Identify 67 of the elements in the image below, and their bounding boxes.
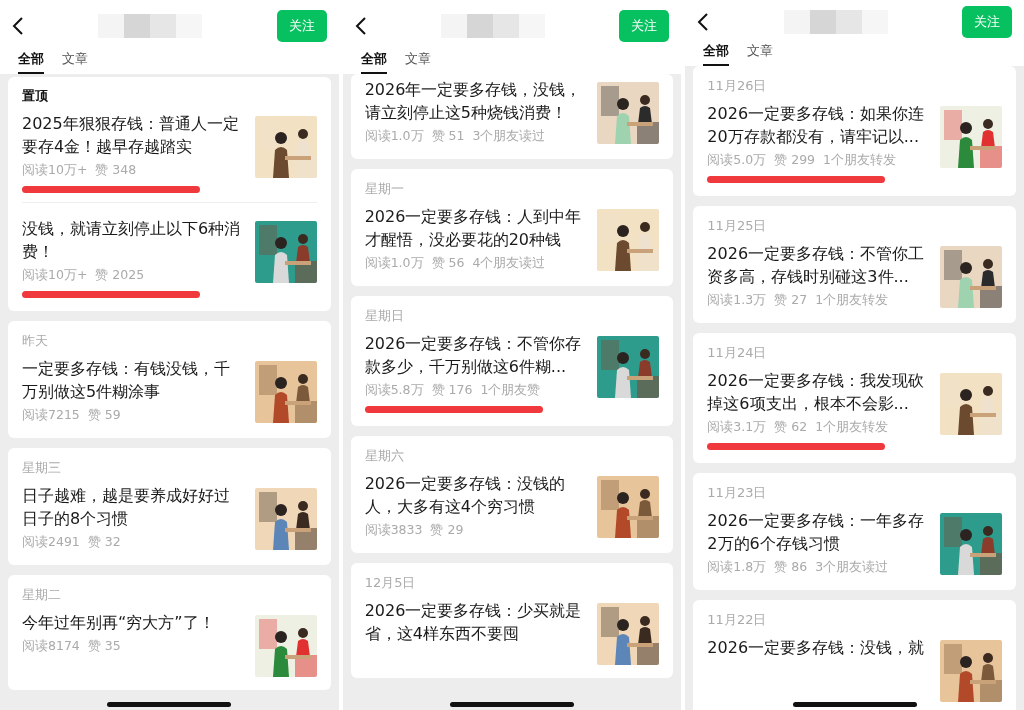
- date-label: 星期日: [364, 307, 405, 325]
- article-stat: 赞 299: [774, 151, 816, 169]
- article-stat: 阅读10万+: [22, 161, 88, 179]
- article-title[interactable]: 日子越难，越是要养成好好过日子的8个习惯: [22, 484, 245, 530]
- article-stat: 3个朋友读过: [472, 127, 546, 145]
- date-label: 11月22日: [707, 611, 768, 629]
- article-title[interactable]: 2025年狠狠存钱：普通人一定要存4金！越早存越踏实: [22, 112, 245, 158]
- tab[interactable]: 全部: [18, 48, 44, 74]
- article-stat: 1个朋友赞: [480, 381, 541, 399]
- article-title[interactable]: 2026一定要多存钱：人到中年才醒悟，没必要花的20种钱: [364, 205, 588, 251]
- tab[interactable]: 文章: [747, 40, 774, 66]
- date-label: 12月5日: [364, 574, 417, 592]
- article-stat: 赞 51: [431, 127, 465, 145]
- date-label: 11月25日: [707, 217, 768, 235]
- article-title[interactable]: 今年过年别再“穷大方”了！: [22, 611, 245, 634]
- article-stat: 赞 176: [431, 381, 473, 399]
- article-stat: 阅读1.3万: [707, 291, 767, 309]
- article-stat: 赞 32: [87, 533, 121, 551]
- article-stat: 1个朋友转发: [815, 291, 889, 309]
- article-stat: 阅读1.8万: [707, 558, 767, 576]
- article-stat: 赞 27: [774, 291, 808, 309]
- article-stat: 阅读3.1万: [707, 418, 767, 436]
- article-stat: 阅读2491: [22, 533, 80, 551]
- article-stat: 阅读10万+: [22, 266, 88, 284]
- article-title[interactable]: 2026一定要多存钱：没钱的人，大多有这4个穷习惯: [364, 472, 588, 518]
- article-title[interactable]: 2026一定要多存钱：如果你连20万存款都没有，请牢记以...: [707, 102, 930, 148]
- article-stat: 阅读8174: [22, 637, 80, 655]
- article-stat: 赞 86: [774, 558, 808, 576]
- article-title[interactable]: 没钱，就请立刻停止以下6种消费！: [22, 217, 245, 263]
- article-stat: 赞 56: [431, 254, 465, 272]
- article-stat: 赞 29: [430, 521, 464, 539]
- date-label: 星期二: [22, 586, 62, 604]
- article-stat: 1个朋友转发: [823, 151, 897, 169]
- article-title[interactable]: 2026一定要多存钱：没钱，就: [707, 636, 930, 659]
- tab[interactable]: 文章: [404, 48, 431, 74]
- back-icon[interactable]: [354, 16, 367, 36]
- article-stat: 阅读5.8万: [364, 381, 424, 399]
- article-stat: 赞 348: [95, 161, 137, 179]
- pinned-label: 置顶: [22, 87, 49, 105]
- date-label: 星期三: [22, 459, 62, 477]
- tab[interactable]: 文章: [62, 48, 88, 74]
- date-label: 昨天: [22, 332, 49, 350]
- date-label: 11月26日: [707, 77, 768, 95]
- article-title[interactable]: 2026一定要多存钱：我发现砍掉这6项支出，根本不会影...: [707, 369, 930, 415]
- article-stat: 赞 35: [87, 637, 121, 655]
- date-label: 星期六: [364, 447, 405, 465]
- article-title[interactable]: 2026一定要多存钱：一年多存2万的6个存钱习惯: [707, 509, 930, 555]
- article-title[interactable]: 2026一定要多存钱：不管你存款多少，千万别做这6件糊...: [364, 332, 588, 378]
- article-stat: 阅读1.0万: [364, 254, 424, 272]
- article-stat: 赞 2025: [95, 266, 145, 284]
- article-stat: 阅读3833: [364, 521, 423, 539]
- date-label: 11月23日: [707, 484, 768, 502]
- date-label: 11月24日: [707, 344, 768, 362]
- back-icon[interactable]: [697, 12, 710, 32]
- article-stat: 赞 62: [774, 418, 808, 436]
- article-stat: 阅读1.0万: [364, 127, 424, 145]
- article-stat: 3个朋友读过: [815, 558, 889, 576]
- article-stat: 1个朋友转发: [815, 418, 889, 436]
- back-icon[interactable]: [12, 16, 24, 36]
- article-stat: 4个朋友读过: [472, 254, 546, 272]
- article-title[interactable]: 一定要多存钱：有钱没钱，千万别做这5件糊涂事: [22, 357, 245, 403]
- article-title[interactable]: 2026年一定要多存钱，没钱，请立刻停止这5种烧钱消费！: [364, 78, 588, 124]
- article-stat: 阅读7215: [22, 406, 80, 424]
- article-stat: 阅读5.0万: [707, 151, 767, 169]
- article-stat: 赞 59: [87, 406, 121, 424]
- article-title[interactable]: 2026一定要多存钱：少买就是省，这4样东西不要囤: [364, 599, 588, 645]
- article-title[interactable]: 2026一定要多存钱：不管你工资多高，存钱时别碰这3件...: [707, 242, 930, 288]
